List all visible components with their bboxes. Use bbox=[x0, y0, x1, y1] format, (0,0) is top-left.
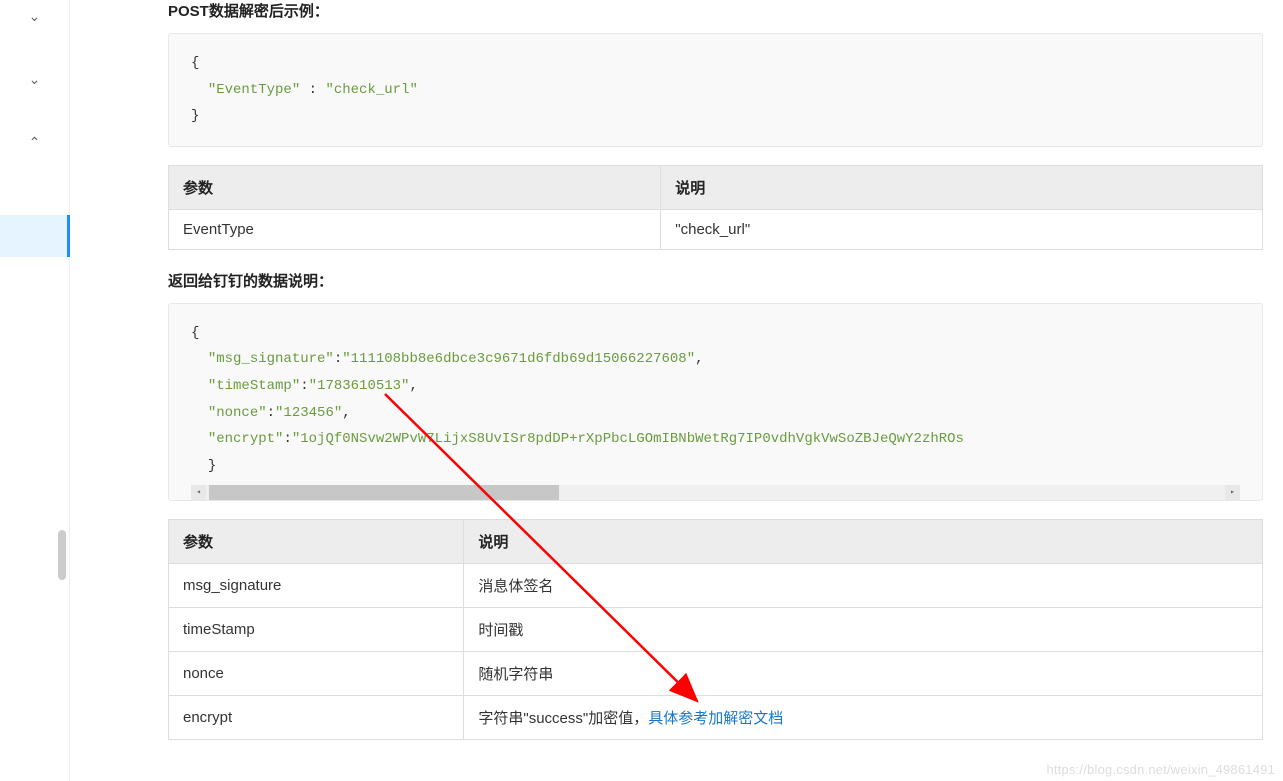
json-key: "EventType" bbox=[208, 82, 300, 98]
json-brace-open: { bbox=[191, 55, 199, 71]
json-colon: : bbox=[334, 351, 342, 367]
code-block-response: { "msg_signature":"111108bb8e6dbce3c9671… bbox=[168, 303, 1263, 502]
json-colon: : bbox=[283, 431, 291, 447]
json-comma: , bbox=[342, 405, 350, 421]
table-row: msg_signature 消息体签名 bbox=[169, 564, 1263, 608]
table-row: nonce 随机字符串 bbox=[169, 652, 1263, 696]
json-brace-close: } bbox=[191, 108, 199, 124]
table-cell-param: EventType bbox=[169, 209, 661, 249]
json-comma: , bbox=[409, 378, 417, 394]
sidebar-scrollbar[interactable] bbox=[58, 530, 66, 580]
table-header-param: 参数 bbox=[169, 165, 661, 209]
table-header-desc: 说明 bbox=[661, 165, 1263, 209]
section-title-truncated: POST数据解密后示例： bbox=[168, 0, 1263, 21]
table-cell-desc: 随机字符串 bbox=[464, 652, 1263, 696]
table-header-desc: 说明 bbox=[464, 520, 1263, 564]
json-brace-close: } bbox=[208, 458, 216, 474]
scrollbar-thumb[interactable] bbox=[209, 485, 559, 500]
json-value: "111108bb8e6dbce3c9671d6fdb69d1506622760… bbox=[342, 351, 695, 367]
code-block-eventtype: { "EventType" : "check_url" } bbox=[168, 33, 1263, 147]
sidebar-active-item[interactable] bbox=[0, 215, 70, 257]
json-value: "check_url" bbox=[325, 82, 417, 98]
doc-link[interactable]: 具体参考加解密文档 bbox=[648, 710, 783, 727]
table-cell-desc: 时间戳 bbox=[464, 608, 1263, 652]
scroll-right-icon[interactable]: ▸ bbox=[1225, 485, 1240, 500]
params-table-2: 参数 说明 msg_signature 消息体签名 timeStamp 时间戳 … bbox=[168, 519, 1263, 740]
json-comma: , bbox=[695, 351, 703, 367]
watermark: https://blog.csdn.net/weixin_49861491 bbox=[1046, 762, 1275, 777]
table-row: EventType "check_url" bbox=[169, 209, 1263, 249]
json-key: "timeStamp" bbox=[208, 378, 300, 394]
json-key: "nonce" bbox=[208, 405, 267, 421]
json-colon: : bbox=[267, 405, 275, 421]
json-key: "msg_signature" bbox=[208, 351, 334, 367]
table-cell-desc: 消息体签名 bbox=[464, 564, 1263, 608]
json-colon: : bbox=[300, 82, 325, 98]
json-value: "1783610513" bbox=[309, 378, 410, 394]
table-cell-desc: "check_url" bbox=[661, 209, 1263, 249]
table-cell-param: encrypt bbox=[169, 696, 464, 740]
json-colon: : bbox=[300, 378, 308, 394]
scroll-left-icon[interactable]: ◂ bbox=[191, 485, 206, 500]
json-key: "encrypt" bbox=[208, 431, 284, 447]
params-table-1: 参数 说明 EventType "check_url" bbox=[168, 165, 1263, 250]
desc-prefix: 字符串"success"加密值， bbox=[478, 710, 648, 727]
main-content: POST数据解密后示例： { "EventType" : "check_url"… bbox=[70, 0, 1283, 781]
chevron-up-icon[interactable]: ⌃ bbox=[0, 126, 69, 159]
json-value: "123456" bbox=[275, 405, 342, 421]
chevron-down-icon[interactable]: ⌄ bbox=[0, 0, 69, 33]
table-cell-param: msg_signature bbox=[169, 564, 464, 608]
chevron-down-icon[interactable]: ⌄ bbox=[0, 63, 69, 96]
json-value: "1ojQf0NSvw2WPvW7LijxS8UvISr8pdDP+rXpPbc… bbox=[292, 431, 964, 447]
code-scrollbar[interactable]: ◂▸ bbox=[191, 485, 1240, 500]
table-header-param: 参数 bbox=[169, 520, 464, 564]
sidebar: ⌄ ⌄ ⌃ bbox=[0, 0, 70, 781]
section-title-response: 返回给钉钉的数据说明： bbox=[168, 270, 1263, 291]
table-cell-param: nonce bbox=[169, 652, 464, 696]
table-row: timeStamp 时间戳 bbox=[169, 608, 1263, 652]
table-row: encrypt 字符串"success"加密值，具体参考加解密文档 bbox=[169, 696, 1263, 740]
table-cell-param: timeStamp bbox=[169, 608, 464, 652]
json-brace-open: { bbox=[191, 325, 199, 341]
table-cell-desc: 字符串"success"加密值，具体参考加解密文档 bbox=[464, 696, 1263, 740]
